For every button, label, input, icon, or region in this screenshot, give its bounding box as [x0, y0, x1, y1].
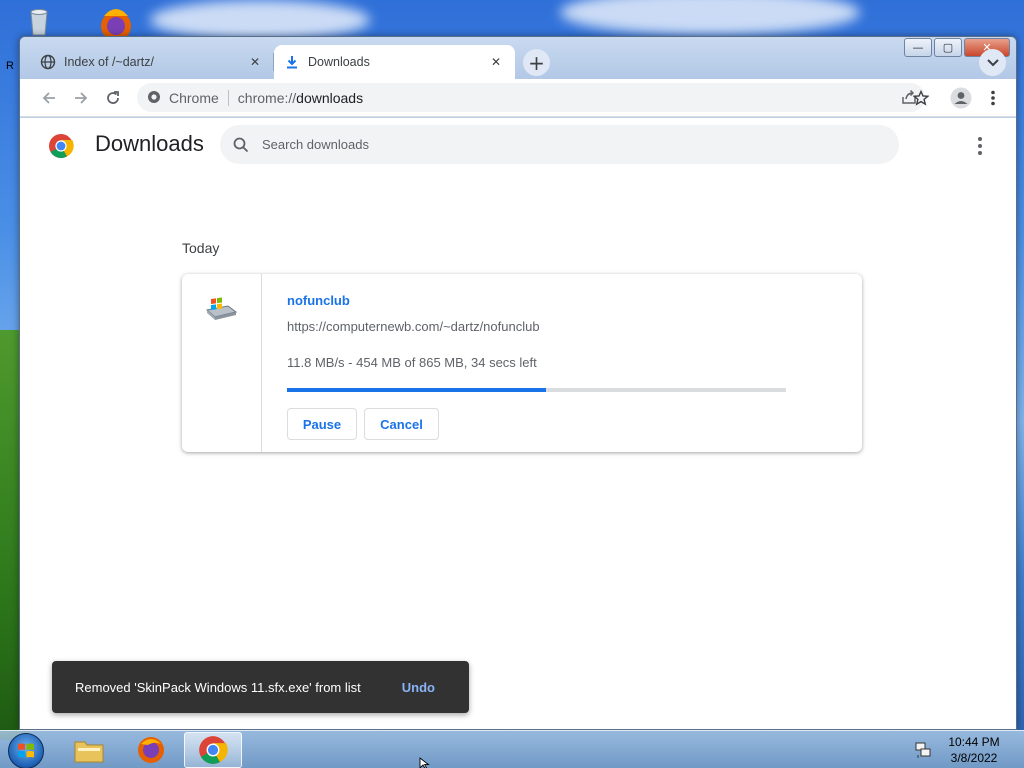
recycle-bin-icon[interactable] [20, 6, 58, 36]
downloads-header: Downloads [20, 118, 1016, 173]
address-bar[interactable]: Chrome chrome:// downloads [137, 83, 925, 112]
star-icon [913, 90, 929, 106]
date-group-label: Today [182, 240, 220, 256]
bookmark-star-button[interactable] [908, 85, 934, 111]
chrome-menu-button[interactable] [980, 85, 1006, 111]
page-title: Downloads [95, 131, 204, 156]
tab-title: Downloads [308, 55, 370, 69]
folder-icon [74, 741, 104, 763]
toast-message: Removed 'SkinPack Windows 11.sfx.exe' fr… [75, 679, 361, 695]
omnibox-site-label: Chrome [169, 89, 219, 106]
browser-window: — ▢ ✕ Index of /~dartz/ ✕ Downloads ✕ + [19, 36, 1017, 730]
close-tab-icon[interactable]: ✕ [487, 53, 505, 71]
chrome-icon [199, 736, 228, 764]
download-progress-bar [287, 388, 786, 392]
cloud [560, 0, 860, 35]
globe-icon [40, 54, 56, 70]
forward-arrow-icon [75, 92, 88, 104]
start-button[interactable] [8, 733, 44, 768]
url-host: downloads [296, 89, 364, 106]
profile-button[interactable] [948, 85, 974, 111]
windows-logo-icon [18, 743, 34, 758]
download-progress-fill [287, 388, 547, 392]
more-vert-icon-dot [978, 151, 982, 155]
toolbar: Chrome chrome:// downloads [20, 79, 1016, 117]
recycle-bin-label: R [6, 60, 14, 72]
tab-search-button[interactable] [979, 49, 1006, 76]
forward-button[interactable] [68, 85, 94, 111]
system-clock[interactable]: 10:44 PM 3/8/2022 [938, 734, 1010, 766]
mouse-cursor-icon [419, 756, 431, 768]
clock-time: 10:44 PM [948, 735, 1000, 749]
taskbar: 10:44 PM 3/8/2022 [0, 730, 1024, 768]
close-tab-icon[interactable]: ✕ [246, 53, 264, 71]
file-name-link[interactable]: nofunclub [287, 293, 350, 308]
tab-index-of-dartz[interactable]: Index of /~dartz/ ✕ [30, 45, 274, 79]
title-bar: — ▢ ✕ Index of /~dartz/ ✕ Downloads ✕ + [20, 37, 1016, 79]
more-vert-icon [991, 90, 995, 106]
reload-icon [107, 91, 119, 104]
downloads-menu-button[interactable] [968, 134, 992, 158]
download-icon [284, 54, 300, 70]
tab-title: Index of /~dartz/ [64, 55, 154, 69]
tab-downloads[interactable]: Downloads ✕ [274, 45, 515, 79]
maximize-button[interactable]: ▢ [934, 38, 962, 57]
search-bar [220, 125, 899, 164]
omnibox-separator [227, 89, 229, 106]
network-icon[interactable] [914, 741, 932, 759]
cloud [150, 0, 370, 40]
new-tab-button[interactable]: + [523, 49, 550, 76]
download-status-text: 11.8 MB/s - 454 MB of 865 MB, 34 secs le… [287, 355, 537, 370]
back-button[interactable] [36, 85, 62, 111]
more-vert-icon-dot [978, 144, 982, 148]
minimize-button[interactable]: — [904, 38, 932, 57]
url-scheme: chrome:// [237, 89, 297, 106]
search-downloads-input[interactable] [262, 137, 862, 152]
search-icon [233, 137, 249, 153]
reload-button[interactable] [100, 85, 126, 111]
download-icon-column [182, 274, 262, 452]
firefox-desktop-icon[interactable] [92, 6, 140, 40]
more-vert-icon [978, 137, 982, 141]
chevron-down-icon [986, 58, 999, 66]
pause-button[interactable]: Pause [287, 408, 357, 440]
profile-avatar-icon [950, 87, 972, 109]
cancel-button[interactable]: Cancel [364, 408, 439, 440]
firefox-icon [138, 737, 164, 763]
back-arrow-icon [42, 92, 55, 104]
undo-button[interactable]: Undo [402, 680, 435, 695]
firefox-taskbar-button[interactable] [122, 732, 180, 768]
file-explorer-taskbar-button[interactable] [60, 732, 118, 768]
chrome-site-icon [147, 90, 161, 107]
download-item-card: nofunclub https://computernewb.com/~dart… [182, 274, 862, 452]
file-source-url[interactable]: https://computernewb.com/~dartz/nofunclu… [287, 319, 540, 334]
toast-notification: Removed 'SkinPack Windows 11.sfx.exe' fr… [52, 661, 469, 713]
chrome-taskbar-button[interactable] [184, 732, 242, 768]
chrome-logo-icon [48, 133, 74, 159]
clock-date: 3/8/2022 [950, 751, 998, 765]
downloads-page: Downloads Today [20, 118, 1016, 729]
installer-file-icon [204, 296, 238, 324]
